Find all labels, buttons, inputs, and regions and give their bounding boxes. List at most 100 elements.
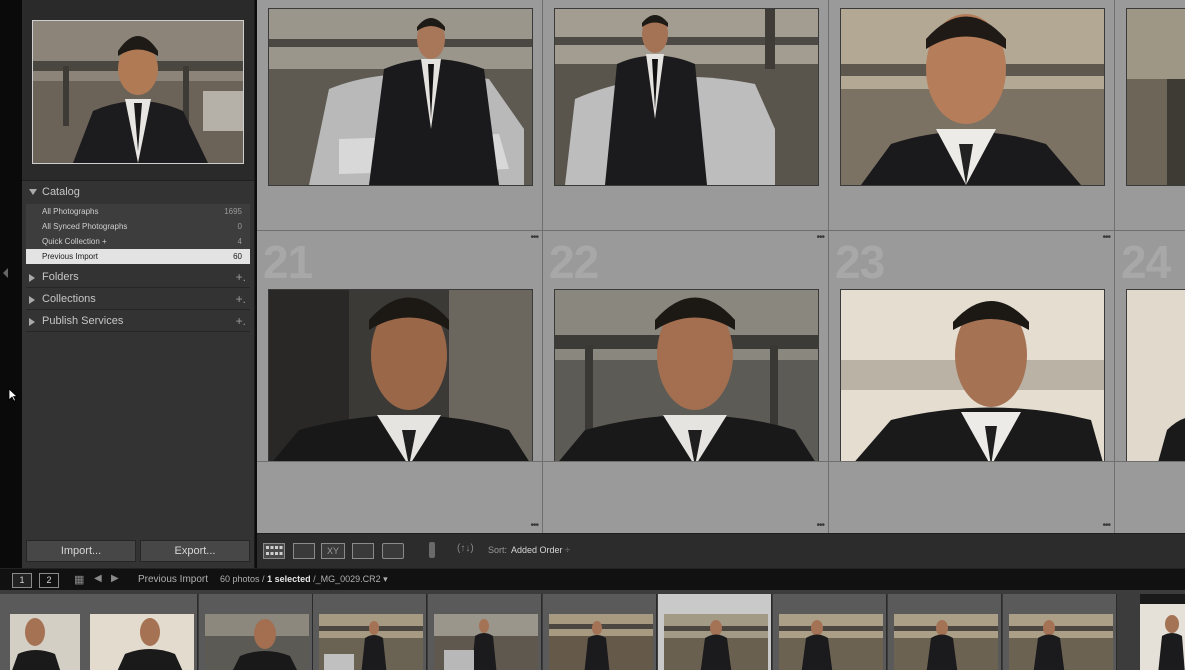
grid-cell: ••• xyxy=(543,462,829,533)
expand-triangle-icon xyxy=(29,274,35,282)
grid-icon[interactable]: ▦ xyxy=(74,573,84,586)
divider xyxy=(26,309,250,310)
filmstrip-source[interactable]: Previous Import xyxy=(138,574,208,585)
navigator-panel xyxy=(22,0,254,181)
catalog-title: Catalog xyxy=(42,186,80,198)
filmstrip-thumbnail[interactable] xyxy=(428,594,542,670)
survey-view-icon[interactable] xyxy=(352,543,374,559)
photo-thumbnail[interactable] xyxy=(554,289,819,461)
people-view-icon[interactable] xyxy=(382,543,404,559)
compare-view-icon[interactable]: XY xyxy=(321,543,345,559)
filmstrip-thumbnail[interactable] xyxy=(543,594,657,670)
import-button[interactable]: Import... xyxy=(26,540,136,562)
navigator-preview[interactable] xyxy=(32,20,244,164)
sort-value-label: Added Order xyxy=(511,545,563,555)
filmstrip-thumbnail[interactable] xyxy=(84,594,198,670)
grid-cell[interactable]: 24 xyxy=(1115,231,1185,462)
filmstrip-thumbnail[interactable] xyxy=(773,594,887,670)
back-arrow-icon[interactable]: ◀ xyxy=(94,573,102,584)
filmstrip-thumbnail[interactable] xyxy=(1003,594,1117,670)
publish-services-title: Publish Services xyxy=(42,315,124,327)
grid-cell[interactable]: 22 ••• xyxy=(543,231,829,462)
catalog-header[interactable]: Catalog xyxy=(22,183,254,203)
photo-thumbnail[interactable] xyxy=(1126,289,1185,461)
collapse-left-arrow-icon[interactable] xyxy=(3,268,8,278)
add-folder-button[interactable]: +. xyxy=(236,270,246,284)
cell-options-icon[interactable]: ••• xyxy=(1102,232,1110,243)
secondary-window-button[interactable]: 2 xyxy=(39,573,59,588)
filmstrip-thumbnail[interactable] xyxy=(888,594,1002,670)
sort-dropdown[interactable]: Added Order ÷ xyxy=(511,545,570,555)
photo-thumbnail[interactable] xyxy=(268,289,533,461)
expand-triangle-icon xyxy=(29,296,35,304)
grid-cell: ••• xyxy=(829,462,1115,533)
sort-direction-icon[interactable]: (↑↓) xyxy=(457,543,474,554)
expand-triangle-icon xyxy=(29,189,37,195)
catalog-item-quick-collection[interactable]: Quick Collection + 4 xyxy=(26,234,250,249)
photo-grid: 21 ••• 22 ••• 23 ••• 24 ••• ••• ••• xyxy=(257,0,1185,533)
grid-cell[interactable] xyxy=(257,0,543,231)
filmstrip-thumbnail[interactable] xyxy=(313,594,427,670)
photo-thumbnail[interactable] xyxy=(840,8,1105,186)
mouse-cursor-icon xyxy=(8,388,18,402)
photo-thumbnail[interactable] xyxy=(554,8,819,186)
cell-number: 22 xyxy=(549,236,599,288)
photo-count: 60 photos / xyxy=(220,574,265,584)
publish-services-header[interactable]: Publish Services +. xyxy=(22,312,254,332)
collections-title: Collections xyxy=(42,293,96,305)
filmstrip-thumbnail-selected[interactable] xyxy=(658,594,772,670)
cell-options-icon[interactable]: ••• xyxy=(1102,520,1110,531)
catalog-item-previous-import[interactable]: Previous Import 60 xyxy=(26,249,250,264)
library-toolbar: XY (↑↓) Sort: Added Order ÷ xyxy=(257,533,1185,568)
filmstrip-thumbnail[interactable] xyxy=(1140,594,1185,670)
expand-triangle-icon xyxy=(29,318,35,326)
photo-thumbnail[interactable] xyxy=(840,289,1105,461)
selected-count: 1 selected xyxy=(267,574,311,584)
cell-number: 23 xyxy=(835,236,885,288)
selected-filename: /_MG_0029.CR2 xyxy=(313,574,381,584)
filmstrip-info[interactable]: 60 photos / 1 selected /_MG_0029.CR2 ▾ xyxy=(220,574,388,585)
main-window-button[interactable]: 1 xyxy=(12,573,32,588)
forward-arrow-icon[interactable]: ▶ xyxy=(111,573,119,584)
catalog-item-all-synced[interactable]: All Synced Photographs 0 xyxy=(26,219,250,234)
filename-dropdown-icon: ▾ xyxy=(383,574,388,584)
filmstrip xyxy=(0,590,1185,670)
cell-options-icon[interactable]: ••• xyxy=(530,520,538,531)
grid-cell xyxy=(1115,462,1185,533)
catalog-item-label: All Photographs xyxy=(42,207,99,216)
folders-title: Folders xyxy=(42,271,79,283)
grid-cell[interactable]: 23 ••• xyxy=(829,231,1115,462)
grid-cell: ••• xyxy=(257,462,543,533)
loupe-view-icon[interactable] xyxy=(293,543,315,559)
filmstrip-thumbnail[interactable] xyxy=(199,594,313,670)
catalog-item-count: 0 xyxy=(237,222,242,231)
catalog-item-label: Quick Collection + xyxy=(42,237,107,246)
photo-thumbnail[interactable] xyxy=(268,8,533,186)
catalog-list: All Photographs 1695 All Synced Photogra… xyxy=(26,204,250,264)
catalog-item-all-photographs[interactable]: All Photographs 1695 xyxy=(26,204,250,219)
add-collection-button[interactable]: +. xyxy=(236,292,246,306)
catalog-item-count: 60 xyxy=(233,252,242,261)
photo-thumbnail[interactable] xyxy=(1126,8,1185,186)
cell-options-icon[interactable]: ••• xyxy=(816,232,824,243)
export-button[interactable]: Export... xyxy=(140,540,250,562)
divider xyxy=(26,331,250,332)
catalog-item-count: 4 xyxy=(237,237,242,246)
cell-number: 24 xyxy=(1121,236,1171,288)
grid-view-icon[interactable] xyxy=(263,543,285,559)
left-edge-strip[interactable] xyxy=(0,0,22,568)
painter-icon[interactable] xyxy=(429,542,435,558)
cell-options-icon[interactable]: ••• xyxy=(530,232,538,243)
grid-cell[interactable] xyxy=(829,0,1115,231)
add-publish-service-button[interactable]: +. xyxy=(236,314,246,328)
grid-cell[interactable]: 21 ••• xyxy=(257,231,543,462)
folders-header[interactable]: Folders +. xyxy=(22,268,254,288)
cell-options-icon[interactable]: ••• xyxy=(816,520,824,531)
sort-label: Sort: xyxy=(488,545,508,555)
divider xyxy=(26,287,250,288)
cell-number: 21 xyxy=(263,236,313,288)
collections-header[interactable]: Collections +. xyxy=(22,290,254,310)
catalog-item-label: Previous Import xyxy=(42,252,99,261)
grid-cell[interactable] xyxy=(1115,0,1185,231)
grid-cell[interactable] xyxy=(543,0,829,231)
